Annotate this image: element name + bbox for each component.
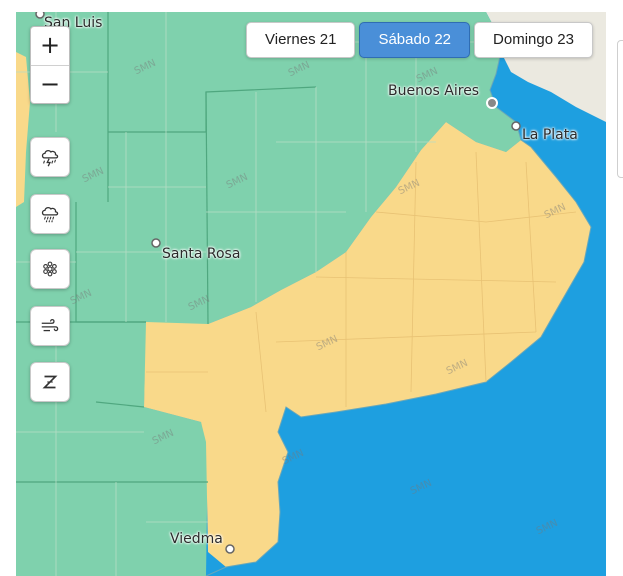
- zoom-control: + −: [30, 26, 70, 104]
- storm-layer-button[interactable]: [30, 137, 70, 177]
- viedma-marker[interactable]: [225, 544, 235, 554]
- city-label-buenos-aires: Buenos Aires: [388, 83, 480, 99]
- day-selector: Viernes 21 Sábado 22 Domingo 23: [246, 22, 593, 58]
- rain-layer-button[interactable]: [30, 194, 70, 234]
- storm-icon: [41, 150, 59, 167]
- santa-rosa-marker[interactable]: [151, 238, 161, 248]
- alert-map[interactable]: San Luis Buenos Aires La Plata Santa Ros…: [16, 12, 606, 576]
- rain-icon: [41, 207, 59, 223]
- zonda-layer-button[interactable]: [30, 362, 70, 402]
- tab-viernes-21[interactable]: Viernes 21: [246, 22, 356, 58]
- map-canvas[interactable]: [16, 12, 606, 576]
- san-luis-marker[interactable]: [35, 12, 45, 19]
- tab-domingo-23[interactable]: Domingo 23: [474, 22, 593, 58]
- zonda-icon: [42, 375, 58, 389]
- city-label-viedma: Viedma: [170, 531, 223, 547]
- tab-sabado-22[interactable]: Sábado 22: [359, 22, 471, 58]
- snow-icon: [43, 261, 57, 277]
- city-label-la-plata: La Plata: [522, 127, 578, 143]
- snow-layer-button[interactable]: [30, 249, 70, 289]
- buenos-aires-marker[interactable]: [486, 97, 498, 109]
- zoom-in-button[interactable]: +: [31, 27, 69, 66]
- zoom-out-button[interactable]: −: [31, 66, 69, 104]
- city-label-santa-rosa: Santa Rosa: [162, 246, 241, 262]
- wind-icon: [41, 318, 59, 332]
- la-plata-marker[interactable]: [511, 121, 521, 131]
- wind-layer-button[interactable]: [30, 306, 70, 346]
- side-panel-edge[interactable]: [617, 40, 623, 178]
